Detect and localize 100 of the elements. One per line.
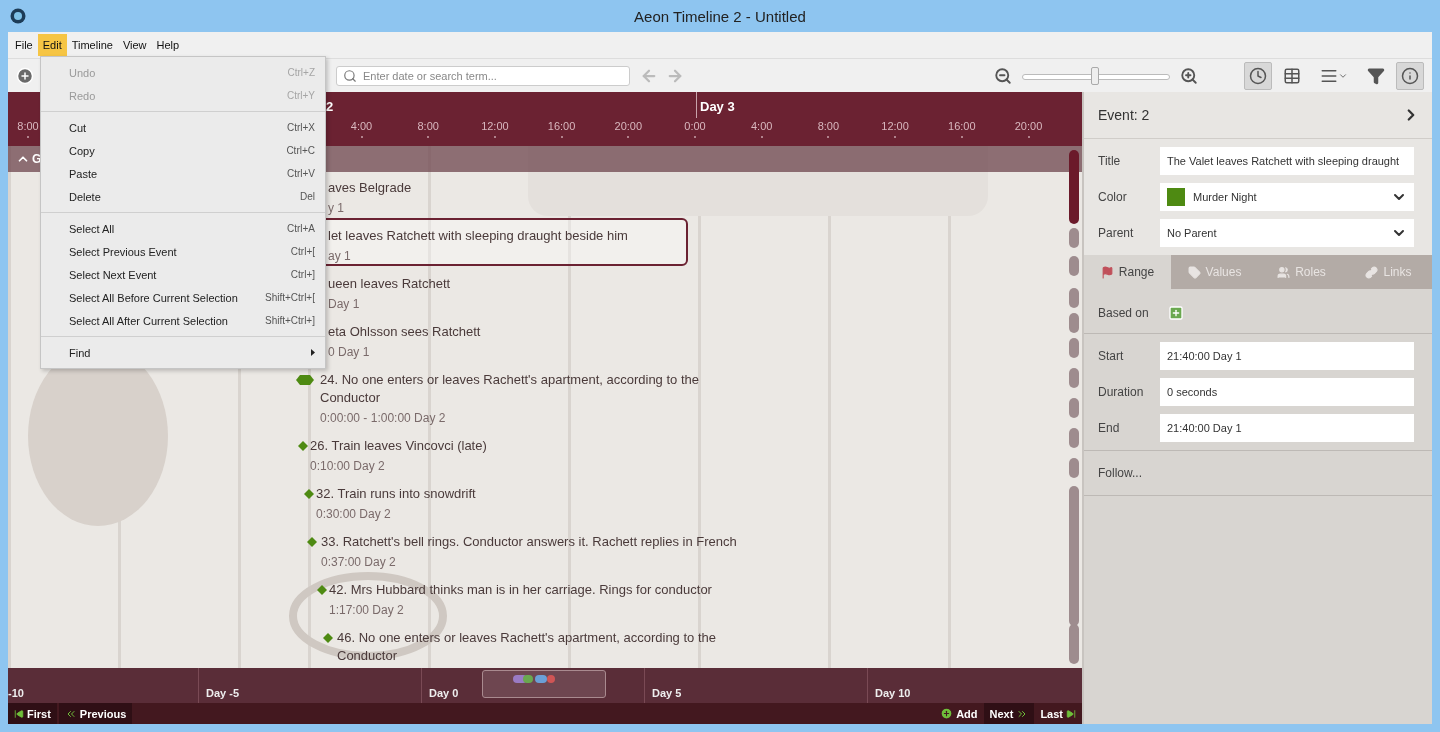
event-time: 1:17:00 Day 2 — [329, 602, 405, 619]
event-marker[interactable] — [323, 633, 333, 643]
event-time: Day 1 — [328, 296, 361, 313]
menu-item[interactable]: File — [10, 34, 38, 56]
event-marker[interactable] — [304, 489, 314, 499]
inspector-tab[interactable]: Range — [1084, 255, 1171, 289]
field-label: End — [1098, 421, 1121, 435]
event-marker[interactable] — [317, 585, 327, 595]
menu-option[interactable]: Select Previous Event Ctrl+[ — [41, 240, 325, 263]
field-label: Start — [1098, 349, 1125, 363]
info-icon — [1401, 66, 1419, 85]
event-title[interactable]: 26. Train leaves Vincovci (late) — [310, 437, 487, 455]
title-field[interactable]: The Valet leaves Ratchett with sleeping draught — [1160, 147, 1414, 175]
time-tick: 8:00 — [416, 120, 440, 132]
event-time: 0:00:00 - 1:00:00 Day 2 — [320, 410, 447, 427]
time-tick: 0:00 — [683, 120, 707, 132]
field-label: Title — [1098, 154, 1122, 168]
field-label: Color — [1098, 190, 1128, 204]
menu-item[interactable]: Edit — [37, 34, 67, 56]
range-field[interactable]: 0 seconds — [1160, 378, 1414, 406]
menu-option[interactable]: Select All Ctrl+A — [41, 217, 325, 240]
event-title[interactable]: 42. Mrs Hubbard thinks man is in her carriage. Rings for conductor — [329, 581, 712, 599]
menu-option[interactable]: Find — [41, 341, 325, 364]
menu-option[interactable]: Cut Ctrl+X — [41, 116, 325, 139]
link-icon — [1365, 265, 1379, 279]
event-time: ay 1 — [328, 248, 352, 265]
add-icon[interactable] — [1168, 305, 1184, 321]
event-title[interactable]: ueen leaves Ratchett — [328, 275, 451, 293]
skip-back-icon — [14, 708, 24, 719]
window-title: Aeon Timeline 2 - Untitled — [634, 7, 806, 25]
event-title[interactable]: 24. No one enters or leaves Rachett's apartment, according to the Conductor — [320, 371, 750, 407]
time-tick: 20:00 — [613, 120, 644, 132]
zoom-in-icon[interactable] — [1180, 66, 1198, 85]
timeline-view-button[interactable] — [1244, 61, 1272, 90]
clock-icon — [1249, 66, 1267, 85]
add-icon — [940, 707, 954, 720]
parent-dropdown[interactable]: No Parent — [1160, 219, 1414, 247]
overview-day-label: -10 — [8, 687, 24, 699]
range-field[interactable]: 21:40:00 Day 1 — [1160, 342, 1414, 370]
overview-day-label: Day 0 — [429, 687, 459, 699]
slider-thumb[interactable] — [1090, 66, 1099, 85]
event-range-marker[interactable] — [296, 375, 314, 385]
time-tick: 20:00 — [1013, 120, 1044, 132]
skip-forward-icon — [1066, 708, 1076, 719]
overview-day-label: Day -5 — [206, 687, 240, 699]
overview-window[interactable] — [482, 670, 606, 698]
menu-item[interactable]: Help — [151, 34, 185, 56]
overview-strip[interactable]: -10 Day -5 Day 0 Day 5 Day 10 — [8, 668, 1082, 703]
field-label: Based on — [1098, 305, 1150, 321]
event-title[interactable]: 33. Ratchett's bell rings. Conductor answers it. Rachett replies in French — [321, 533, 737, 551]
time-tick: 12:00 — [480, 120, 510, 132]
event-title[interactable]: 46. No one enters or leaves Rachett's apartment, according to the Conductor — [337, 629, 767, 665]
time-tick: 12:00 — [880, 120, 910, 132]
time-tick: 8:00 — [816, 120, 841, 132]
day-label: Day 3 — [700, 99, 735, 114]
field-label: Duration — [1098, 385, 1145, 399]
previous-button[interactable]: Previous — [58, 703, 133, 724]
tag-icon — [1187, 265, 1201, 279]
inspector-view-button[interactable] — [1396, 61, 1424, 90]
zoom-slider[interactable] — [1022, 66, 1170, 85]
follow-link[interactable]: Follow... — [1098, 465, 1418, 481]
time-tick: 8:00 — [16, 120, 40, 132]
event-time: 0:10:00 Day 2 — [310, 458, 386, 475]
time-tick: 4:00 — [749, 120, 774, 132]
event-marker[interactable] — [307, 537, 317, 547]
overview-day-label: Day 5 — [652, 687, 682, 699]
menu-option[interactable]: Select All Before Current Selection Shift+Ctrl+[ — [41, 286, 325, 309]
event-time: 0 Day 1 — [328, 344, 371, 361]
menu-option[interactable]: Select Next Event Ctrl+] — [41, 263, 325, 286]
filter-icon — [1367, 66, 1385, 85]
menu-item[interactable]: View — [117, 34, 152, 56]
day-label: 2 — [326, 99, 334, 114]
event-title[interactable]: aves Belgrade — [328, 179, 412, 197]
field-label: Parent — [1098, 226, 1135, 240]
next-button[interactable]: Next — [983, 703, 1035, 724]
event-title[interactable]: 32. Train runs into snowdrift — [316, 485, 476, 503]
zoom-out-icon[interactable] — [994, 66, 1012, 85]
people-icon — [1277, 265, 1291, 279]
search-field[interactable]: Enter date or search term... — [336, 65, 630, 86]
event-title[interactable]: eta Ohlsson sees Ratchett — [328, 323, 481, 341]
inspector-heading: Event: 2 — [1098, 107, 1150, 123]
menu-option[interactable]: Select All After Current Selection Shift+Ctrl+] — [41, 309, 325, 332]
event-time: 0:37:00 Day 2 — [321, 554, 397, 571]
table-icon — [1283, 66, 1301, 85]
event-time: y 1 — [328, 200, 345, 217]
range-field[interactable]: 21:40:00 Day 1 — [1160, 414, 1414, 442]
last-button[interactable]: Last — [1034, 703, 1082, 724]
flag-icon — [1100, 265, 1114, 279]
color-dropdown[interactable]: Murder Night — [1160, 183, 1414, 211]
add-event-icon[interactable] — [16, 66, 34, 85]
time-tick: 16:00 — [546, 120, 577, 132]
event-marker[interactable] — [298, 441, 308, 451]
app-logo-icon — [10, 8, 26, 24]
add-button[interactable]: Add — [934, 703, 984, 724]
menu-item[interactable]: Timeline — [66, 34, 118, 56]
event-time: 0:30:00 Day 2 — [316, 506, 392, 523]
time-tick: 16:00 — [947, 120, 977, 132]
event-title[interactable]: let leaves Ratchett with sleeping draught beside him — [328, 227, 628, 245]
first-button[interactable]: First — [8, 703, 57, 724]
menu-option[interactable]: Delete Del — [41, 185, 325, 208]
